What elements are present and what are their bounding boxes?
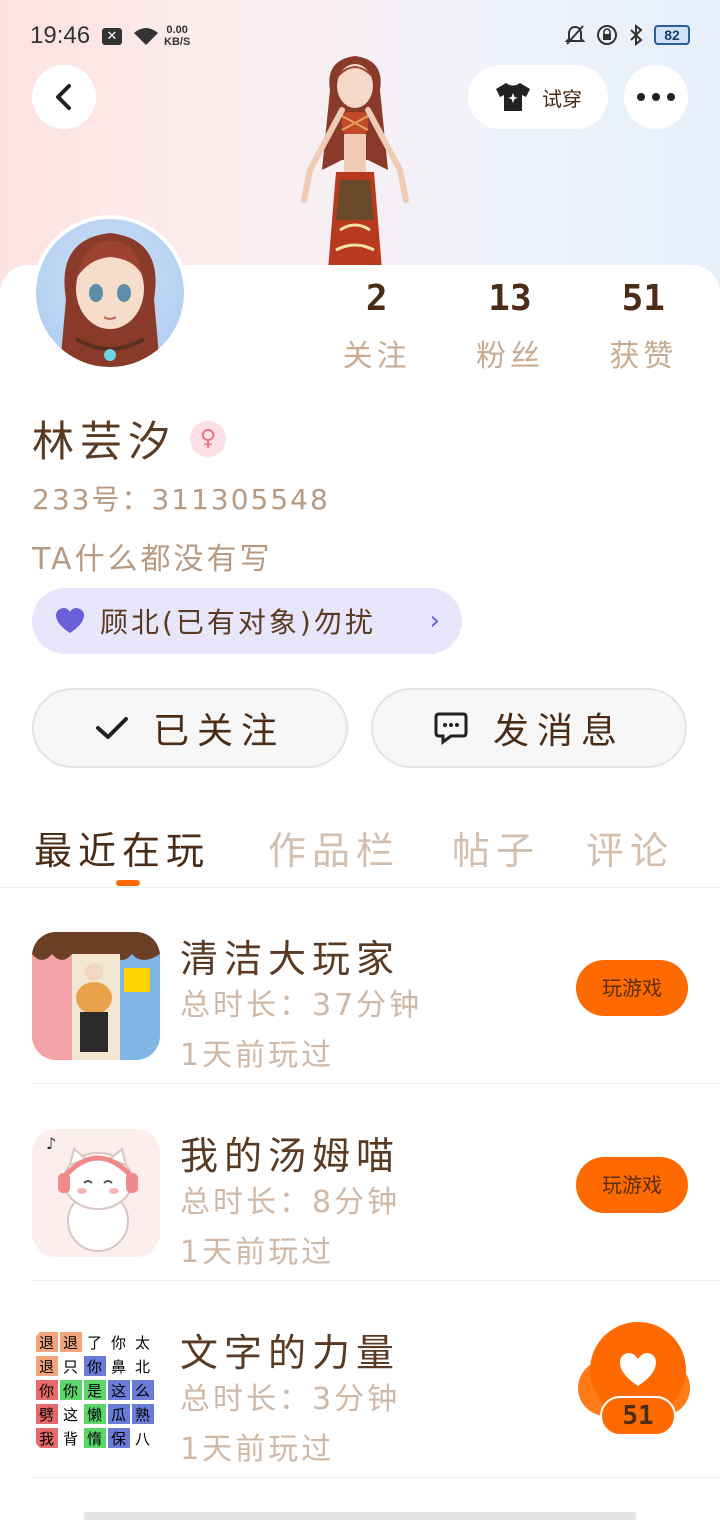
svg-text:是: 是 — [87, 1382, 102, 1400]
try-on-label: 试穿 — [542, 86, 582, 111]
back-button[interactable] — [32, 65, 96, 129]
svg-text:你: 你 — [39, 1382, 54, 1400]
svg-text:了: 了 — [87, 1334, 102, 1352]
cp-tag-label: 顾北(已有对象)勿扰 — [100, 606, 376, 639]
name-row: 林芸汐 ♀ — [32, 408, 227, 469]
play-game-button[interactable]: 玩游戏 — [576, 1157, 688, 1213]
wifi-icon — [132, 25, 160, 51]
svg-text:你: 你 — [63, 1382, 78, 1400]
cp-tag[interactable]: 顾北(已有对象)勿扰 › — [32, 588, 462, 654]
send-message-button[interactable]: 发消息 — [371, 688, 687, 768]
stat-label: 粉丝 — [475, 339, 544, 374]
tab-recently-played[interactable]: 最近在玩 — [34, 820, 210, 875]
game-list-item[interactable]: ♪ 我的汤姆喵 总时长：8分钟 1天前玩过 玩游戏 — [32, 1085, 720, 1281]
game-title: 我的汤姆喵 — [180, 1134, 401, 1178]
stat-value: 2 — [365, 278, 388, 319]
game-playtime: 总时长：3分钟 — [180, 1382, 401, 1417]
try-on-button[interactable]: 试穿 — [468, 65, 608, 129]
svg-text:退: 退 — [39, 1358, 54, 1376]
net-speed: 0.00 KB/S — [164, 24, 191, 48]
tab-comments[interactable]: 评论 — [586, 820, 674, 875]
svg-text:这: 这 — [111, 1382, 126, 1400]
svg-text:熟: 熟 — [135, 1406, 150, 1424]
user-name: 林芸汐 — [32, 417, 177, 466]
stat-likes[interactable]: 51 获赞 — [583, 278, 703, 375]
svg-text:我: 我 — [39, 1430, 54, 1448]
svg-text:♪: ♪ — [46, 1134, 56, 1153]
svg-text:劈: 劈 — [39, 1406, 54, 1424]
stat-value: 13 — [488, 278, 532, 319]
svg-text:你: 你 — [111, 1334, 126, 1352]
game-last-played: 1天前玩过 — [180, 1038, 335, 1073]
svg-text:只: 只 — [63, 1358, 78, 1376]
heart-icon — [620, 1353, 656, 1386]
chevron-right-icon: › — [429, 606, 440, 636]
svg-text:太: 太 — [135, 1334, 150, 1352]
tab-works[interactable]: 作品栏 — [268, 820, 400, 875]
notification-icon: ✕ — [102, 28, 122, 45]
svg-text:背: 背 — [63, 1430, 78, 1448]
svg-text:北: 北 — [135, 1358, 150, 1376]
more-dots-icon — [637, 93, 675, 101]
game-title: 清洁大玩家 — [180, 937, 401, 981]
svg-text:这: 这 — [63, 1406, 78, 1424]
game-last-played: 1天前玩过 — [180, 1235, 335, 1270]
tshirt-icon — [496, 83, 530, 111]
stat-value: 51 — [621, 278, 665, 319]
svg-text:么: 么 — [135, 1382, 150, 1400]
stat-label: 获赞 — [609, 339, 678, 374]
game-last-played: 1天前玩过 — [180, 1432, 335, 1467]
mute-bell-icon — [564, 24, 586, 46]
svg-text:惰: 惰 — [87, 1430, 102, 1448]
profile-stats: 2 关注 13 粉丝 51 获赞 — [310, 278, 710, 375]
game-icon-word-power: 退退了你太 退只你鼻北 你你是这么 劈这懒瓜熟 我背惰保八 — [32, 1326, 160, 1454]
female-icon: ♀ — [190, 420, 227, 457]
svg-text:退: 退 — [63, 1334, 78, 1352]
send-message-label: 发消息 — [492, 711, 625, 752]
followed-label: 已关注 — [152, 711, 285, 752]
check-icon — [95, 717, 128, 739]
svg-text:八: 八 — [135, 1430, 150, 1448]
svg-text:保: 保 — [111, 1430, 126, 1448]
game-icon-tom-cat: ♪ — [32, 1129, 160, 1257]
profile-tabs: 最近在玩 作品栏 帖子 评论 — [0, 808, 720, 888]
chevron-left-icon — [56, 84, 71, 110]
avatar[interactable] — [32, 215, 188, 371]
character-figure — [301, 56, 409, 270]
user-id: 233号：311305548 — [32, 483, 330, 516]
lock-rotation-icon — [596, 24, 618, 46]
svg-text:鼻: 鼻 — [111, 1358, 126, 1376]
followed-button[interactable]: 已关注 — [32, 688, 348, 768]
game-list-item[interactable]: 清洁大玩家 总时长：37分钟 1天前玩过 玩游戏 — [32, 888, 720, 1084]
svg-text:瓜: 瓜 — [111, 1406, 126, 1424]
svg-text:退: 退 — [39, 1334, 54, 1352]
bottom-handle — [84, 1512, 636, 1520]
active-tab-indicator — [116, 880, 140, 886]
chat-bubble-icon — [434, 712, 468, 745]
user-bio: TA什么都没有写 — [32, 542, 273, 577]
more-options-button[interactable] — [624, 65, 688, 129]
play-game-button[interactable]: 玩游戏 — [576, 960, 688, 1016]
game-title: 文字的力量 — [180, 1331, 401, 1375]
like-fab-button[interactable]: 51 — [578, 1322, 690, 1440]
like-count: 51 — [600, 1396, 676, 1436]
battery-indicator: 82 — [654, 25, 690, 45]
bluetooth-icon — [628, 24, 644, 46]
stat-label: 关注 — [342, 339, 411, 374]
stat-following[interactable]: 2 关注 — [317, 278, 437, 375]
status-time: 19:46 — [30, 22, 91, 49]
game-playtime: 总时长：37分钟 — [180, 988, 423, 1023]
svg-text:懒: 懒 — [87, 1406, 102, 1424]
svg-text:你: 你 — [87, 1358, 102, 1376]
game-icon-cleaning — [32, 932, 160, 1060]
tab-posts[interactable]: 帖子 — [452, 820, 540, 875]
game-playtime: 总时长：8分钟 — [180, 1185, 401, 1220]
heart-icon — [56, 608, 84, 633]
stat-fans[interactable]: 13 粉丝 — [450, 278, 570, 375]
